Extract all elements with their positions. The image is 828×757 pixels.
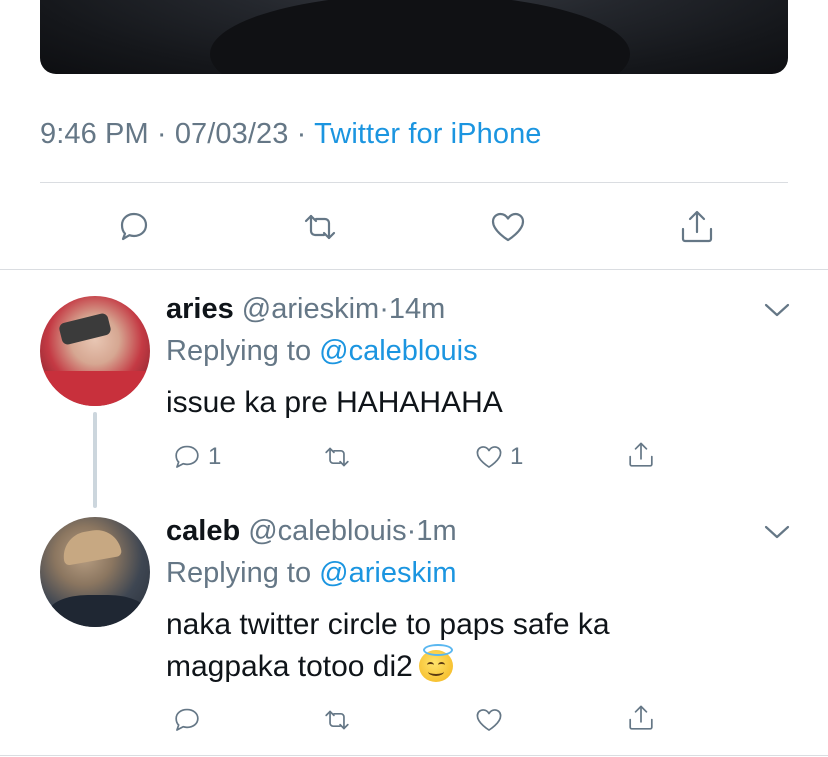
display-name[interactable]: aries [166,293,234,325]
meta-separator: · [156,118,167,150]
tweet-source-link[interactable]: Twitter for iPhone [314,118,541,150]
chevron-down-icon[interactable] [762,522,792,542]
replying-prefix: Replying to [166,557,312,589]
divider [40,182,788,183]
reply-text: naka twitter circle to paps safe ka magp… [166,604,766,688]
comment-icon [175,708,199,731]
tweet-time: 9:46 PM [40,118,149,150]
photo-shirt-shape [210,0,630,74]
heart-icon [476,709,502,731]
replying-prefix: Replying to [166,335,312,367]
like-button[interactable]: 1 [472,440,523,474]
avatar[interactable] [40,296,150,406]
avatar-shirt-shape [48,595,148,627]
reply-button[interactable] [112,205,156,249]
avatar-cap-shape [59,526,123,566]
like-button[interactable] [486,205,530,249]
share-icon [629,442,653,467]
reply-button[interactable]: 1 [170,440,221,474]
share-button[interactable] [624,701,658,735]
smiling-face-with-halo-icon [418,644,455,682]
mention-link[interactable]: @arieskim [319,557,456,589]
heart-icon [491,212,525,242]
comment-icon [175,445,199,468]
share-button[interactable] [624,438,658,472]
share-icon [681,210,713,243]
mention-link[interactable]: @caleblouis [319,335,477,367]
reply-text-line: naka twitter circle to paps safe ka [166,608,610,641]
chevron-down-icon[interactable] [762,300,792,320]
meta-separator: · [296,118,307,150]
retweet-icon [304,214,336,240]
avatar-glasses-shape [58,312,112,346]
share-button[interactable] [675,205,719,249]
user-handle[interactable]: @caleblouis [248,515,406,547]
user-handle[interactable]: @arieskim [242,293,379,325]
reply-age: 14m [388,293,446,325]
avatar[interactable] [40,517,150,627]
replying-to-line: Replying to @caleblouis [166,335,478,368]
tweet-date: 07/03/23 [174,118,289,150]
reply-header: caleb @caleblouis·1m [166,515,457,548]
display-name[interactable]: caleb [166,515,240,547]
reply-age: 1m [416,515,457,547]
reply-text: issue ka pre HAHAHAHA [166,386,503,419]
reply-count: 1 [208,443,222,470]
share-icon [629,705,653,730]
dot-separator: · [406,515,417,547]
reply-text-segment: magpaka totoo di2 [166,650,413,683]
retweet-icon [325,447,349,467]
divider [0,755,828,756]
heart-icon [476,446,502,468]
retweet-icon [325,710,349,730]
retweet-button[interactable] [298,205,342,249]
tweet-media-photo[interactable] [40,0,788,74]
comment-icon [120,212,148,241]
thread-line [93,412,97,508]
divider [0,269,828,270]
like-button[interactable] [472,703,506,737]
retweet-button[interactable] [320,703,354,737]
retweet-button[interactable] [320,440,354,474]
reply-text-line: magpaka totoo di2 [166,644,766,688]
dot-separator: · [379,293,389,325]
reply-header: aries @arieskim·14m [166,293,445,326]
reply-button[interactable] [170,703,204,737]
replying-to-line: Replying to @arieskim [166,557,457,590]
tweet-meta-line: 9:46 PM · 07/03/23 · Twitter for iPhone [40,118,542,151]
like-count: 1 [510,443,524,470]
tweet-action-bar [0,205,828,253]
avatar-shirt-shape [40,371,150,406]
